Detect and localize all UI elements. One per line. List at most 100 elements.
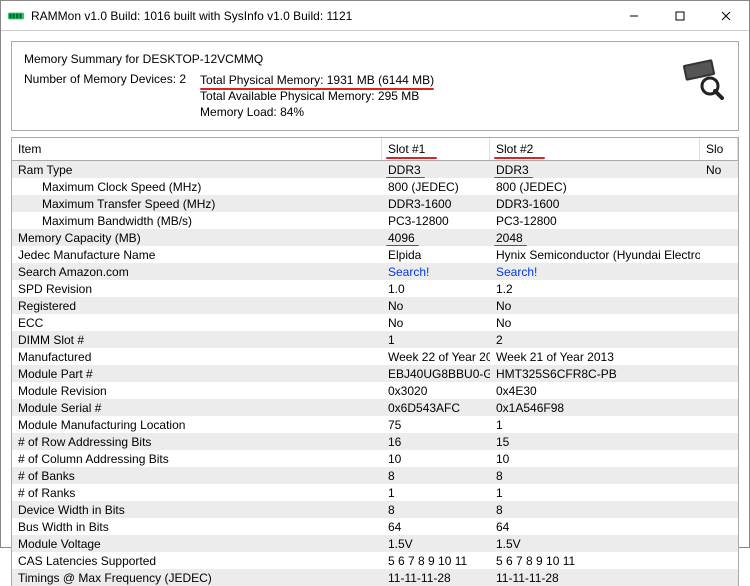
row-label: Bus Width in Bits <box>12 518 382 535</box>
row-value: 1.0 <box>382 280 490 297</box>
row-label: Module Part # <box>12 365 382 382</box>
summary-header: Memory Summary for DESKTOP-12VCMMQ <box>24 52 726 66</box>
window-title: RAMMon v1.0 Build: 1016 built with SysIn… <box>31 9 611 23</box>
memory-details-table: Item Slot #1 Slot #2 Slo Ram TypeDDR3DDR… <box>11 137 739 586</box>
row-value: No <box>490 314 700 331</box>
table-row[interactable]: # of Column Addressing Bits1010 <box>12 450 738 467</box>
row-value: 2048 <box>490 229 700 246</box>
row-value <box>700 450 738 467</box>
column-header-item[interactable]: Item <box>12 138 382 160</box>
row-value <box>700 297 738 314</box>
minimize-button[interactable] <box>611 1 657 31</box>
table-row[interactable]: Module Revision0x30200x4E30 <box>12 382 738 399</box>
row-value: 75 <box>382 416 490 433</box>
row-value: 1 <box>382 331 490 348</box>
row-value: HMT325S6CFR8C-PB <box>490 365 700 382</box>
row-value[interactable]: Search! <box>382 263 490 280</box>
memory-summary-panel: Memory Summary for DESKTOP-12VCMMQ Numbe… <box>11 41 739 131</box>
row-value: 8 <box>382 501 490 518</box>
row-label: Module Manufacturing Location <box>12 416 382 433</box>
table-header-row: Item Slot #1 Slot #2 Slo <box>12 138 738 161</box>
row-value <box>700 433 738 450</box>
row-value <box>700 552 738 569</box>
row-value <box>700 569 738 586</box>
window-titlebar: RAMMon v1.0 Build: 1016 built with SysIn… <box>1 1 749 31</box>
table-row[interactable]: RegisteredNoNo <box>12 297 738 314</box>
row-value <box>700 246 738 263</box>
row-label: Jedec Manufacture Name <box>12 246 382 263</box>
row-label: Search Amazon.com <box>12 263 382 280</box>
row-value: DDR3 <box>382 161 490 178</box>
table-row[interactable]: Module Serial #0x6D543AFC0x1A546F98 <box>12 399 738 416</box>
column-header-slot3[interactable]: Slo <box>700 138 738 160</box>
table-row[interactable]: Maximum Clock Speed (MHz)800 (JEDEC)800 … <box>12 178 738 195</box>
row-label: Device Width in Bits <box>12 501 382 518</box>
table-row[interactable]: # of Row Addressing Bits1615 <box>12 433 738 450</box>
row-label: Registered <box>12 297 382 314</box>
row-label: Memory Capacity (MB) <box>12 229 382 246</box>
table-row[interactable]: Memory Capacity (MB)40962048 <box>12 229 738 246</box>
table-row[interactable]: ECCNoNo <box>12 314 738 331</box>
row-value <box>700 416 738 433</box>
row-label: Manufactured <box>12 348 382 365</box>
row-value <box>700 263 738 280</box>
row-label: ECC <box>12 314 382 331</box>
table-row[interactable]: Jedec Manufacture NameElpidaHynix Semico… <box>12 246 738 263</box>
table-row[interactable]: Maximum Transfer Speed (MHz)DDR3-1600DDR… <box>12 195 738 212</box>
table-row[interactable]: CAS Latencies Supported5 6 7 8 9 10 115 … <box>12 552 738 569</box>
row-value: 10 <box>490 450 700 467</box>
row-value: 2 <box>490 331 700 348</box>
row-value <box>700 518 738 535</box>
row-value: 0x4E30 <box>490 382 700 399</box>
row-value: 4096 <box>382 229 490 246</box>
row-value: 0x6D543AFC <box>382 399 490 416</box>
maximize-button[interactable] <box>657 1 703 31</box>
table-row[interactable]: # of Ranks11 <box>12 484 738 501</box>
table-row[interactable]: Module Voltage1.5V1.5V <box>12 535 738 552</box>
row-value[interactable]: Search! <box>490 263 700 280</box>
close-button[interactable] <box>703 1 749 31</box>
row-value: 16 <box>382 433 490 450</box>
column-header-slot1[interactable]: Slot #1 <box>382 138 490 160</box>
ram-search-icon <box>680 56 724 103</box>
table-row[interactable]: Maximum Bandwidth (MB/s)PC3-12800PC3-128… <box>12 212 738 229</box>
table-row[interactable]: Module Part #EBJ40UG8BBU0-GN-FHMT325S6CF… <box>12 365 738 382</box>
row-value: 10 <box>382 450 490 467</box>
row-value: 1 <box>382 484 490 501</box>
memory-load: Memory Load: 84% <box>200 104 434 120</box>
row-value: 64 <box>490 518 700 535</box>
table-body: Ram TypeDDR3DDR3NoMaximum Clock Speed (M… <box>12 161 738 586</box>
row-value: 11-11-11-28 <box>382 569 490 586</box>
table-row[interactable]: # of Banks88 <box>12 467 738 484</box>
memory-devices-count: Number of Memory Devices: 2 <box>24 72 186 86</box>
row-value: 5 6 7 8 9 10 11 <box>490 552 700 569</box>
row-value: Week 22 of Year 2012 <box>382 348 490 365</box>
row-label: Maximum Clock Speed (MHz) <box>12 178 382 195</box>
row-value: DDR3-1600 <box>382 195 490 212</box>
row-value <box>700 399 738 416</box>
table-row[interactable]: Ram TypeDDR3DDR3No <box>12 161 738 178</box>
row-label: Maximum Transfer Speed (MHz) <box>12 195 382 212</box>
row-value: DDR3 <box>490 161 700 178</box>
row-value: EBJ40UG8BBU0-GN-F <box>382 365 490 382</box>
table-row[interactable]: Search Amazon.comSearch!Search! <box>12 263 738 280</box>
row-value: 15 <box>490 433 700 450</box>
row-value: 1.5V <box>382 535 490 552</box>
row-value: 8 <box>382 467 490 484</box>
row-label: CAS Latencies Supported <box>12 552 382 569</box>
table-row[interactable]: Module Manufacturing Location751 <box>12 416 738 433</box>
table-row[interactable]: DIMM Slot #12 <box>12 331 738 348</box>
row-value <box>700 484 738 501</box>
table-row[interactable]: Bus Width in Bits6464 <box>12 518 738 535</box>
row-value: No <box>700 161 738 178</box>
table-row[interactable]: SPD Revision1.01.2 <box>12 280 738 297</box>
row-value <box>700 535 738 552</box>
row-value: 5 6 7 8 9 10 11 <box>382 552 490 569</box>
row-value <box>700 365 738 382</box>
row-label: # of Column Addressing Bits <box>12 450 382 467</box>
table-row[interactable]: Device Width in Bits88 <box>12 501 738 518</box>
table-row[interactable]: ManufacturedWeek 22 of Year 2012Week 21 … <box>12 348 738 365</box>
table-row[interactable]: Timings @ Max Frequency (JEDEC)11-11-11-… <box>12 569 738 586</box>
row-value <box>700 331 738 348</box>
column-header-slot2[interactable]: Slot #2 <box>490 138 700 160</box>
